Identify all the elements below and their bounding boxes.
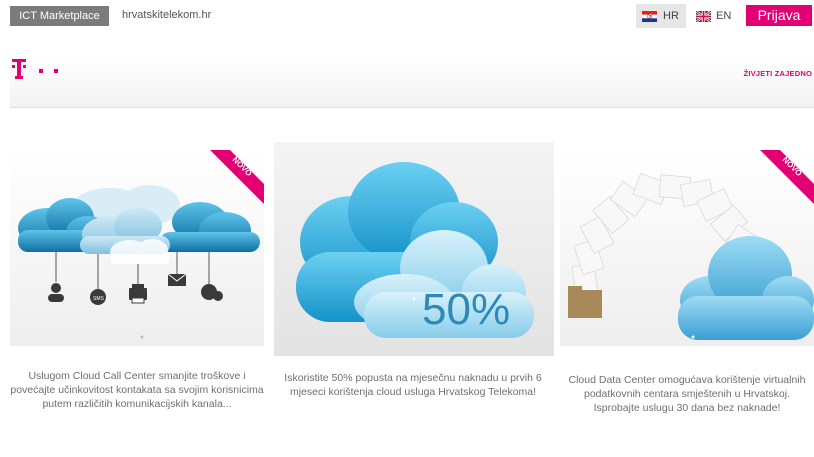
language-hr-label: HR [663, 10, 679, 22]
language-en-button[interactable]: EN [692, 4, 738, 28]
language-en-label: EN [716, 10, 732, 22]
hrvatskitelekom-link[interactable]: hrvatskitelekom.hr [122, 9, 211, 21]
slogan-text: ŽIVJETI ZAJEDNO [743, 69, 812, 78]
ict-marketplace-button[interactable]: ICT Marketplace [10, 6, 109, 26]
promo-card-text: Iskoristite 50% popusta na mjesečnu nakn… [284, 372, 542, 398]
uk-flag-icon [696, 10, 711, 22]
login-button[interactable]: Prijava [746, 5, 812, 26]
telekom-t-logo-icon[interactable] [10, 58, 70, 84]
fifty-percent-label: 50% [422, 285, 510, 334]
croatia-flag-icon [642, 10, 657, 22]
svg-text:SMS: SMS [93, 296, 105, 302]
novo-badge: NOVO [210, 150, 264, 204]
promo-card-cloud-data-center[interactable]: NOVO Cloud Data Center omogućava korište… [560, 150, 814, 440]
fifty-percent-cloud-image: 50% [274, 142, 554, 356]
promo-card-cloud-call-center[interactable]: SMS NOVO Uslugom Cloud Call Center smanj… [10, 150, 264, 430]
promo-card-text: Cloud Data Center omogućava korištenje v… [568, 374, 806, 414]
site-header: ŽIVJETI ZAJEDNO [10, 56, 814, 108]
promo-card-50-percent[interactable]: 50% Iskoristite 50% popusta na mjesečnu … [274, 142, 554, 432]
top-bar: ICT Marketplace hrvatskitelekom.hr HR EN… [0, 0, 814, 30]
promo-card-text: Uslugom Cloud Call Center smanjite trošk… [10, 370, 264, 410]
language-hr-button[interactable]: HR [636, 4, 686, 28]
novo-badge: NOVO [760, 150, 814, 204]
